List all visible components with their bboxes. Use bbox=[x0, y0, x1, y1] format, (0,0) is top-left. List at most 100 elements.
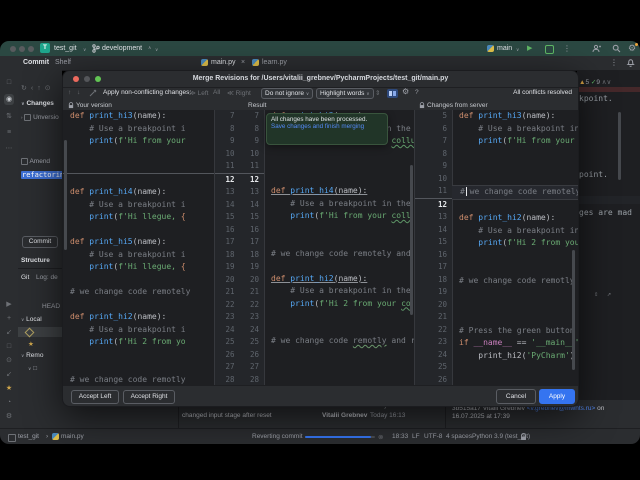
expand-icon[interactable]: ⇕ bbox=[594, 290, 598, 298]
notifications-bell-icon[interactable] bbox=[626, 58, 635, 67]
git-local-node[interactable]: ∨ Local bbox=[21, 316, 42, 323]
tab-shelf[interactable]: Shelf bbox=[55, 59, 71, 66]
previous-change-icon[interactable]: ↑ bbox=[68, 89, 71, 96]
update-project-icon[interactable]: ↙ bbox=[6, 370, 12, 379]
pane-result[interactable]: def print_hi3(name): # Use a breakpoint … bbox=[264, 110, 414, 385]
tag-icon bbox=[24, 327, 35, 338]
apply-right-action[interactable]: ≪ Right bbox=[227, 89, 251, 97]
scrollbar[interactable] bbox=[572, 250, 575, 370]
rollback-icon[interactable]: ‹ bbox=[31, 84, 33, 93]
apply-nonconflicting-label: Apply non-conflicting changes: bbox=[103, 89, 192, 96]
scrollbar[interactable] bbox=[618, 112, 621, 180]
project-name[interactable]: test_git bbox=[54, 45, 77, 52]
more-icon[interactable]: ⊙ bbox=[45, 84, 51, 93]
caret-position[interactable]: 18:33 bbox=[392, 433, 408, 440]
structure-tool-icon[interactable]: ≡ bbox=[7, 128, 11, 137]
line-numbers: 18 bbox=[437, 274, 447, 284]
changes-node[interactable]: ∨ Changes bbox=[21, 100, 54, 107]
window-zoom-button[interactable] bbox=[28, 45, 34, 52]
apply-all-action[interactable]: All bbox=[213, 89, 220, 96]
favorite-star-icon[interactable]: ★ bbox=[28, 340, 34, 348]
commit-tool-icon[interactable]: ◉ bbox=[3, 94, 15, 105]
scrollbar[interactable] bbox=[64, 140, 67, 250]
apply-left-action[interactable]: ≫ Left bbox=[189, 89, 208, 97]
search-everywhere-icon[interactable]: ⊙ bbox=[6, 356, 12, 365]
window-close-button[interactable] bbox=[10, 45, 16, 52]
next-change-icon[interactable]: ↓ bbox=[77, 89, 80, 96]
pull-requests-icon[interactable]: ⇅ bbox=[6, 112, 12, 121]
search-icon[interactable] bbox=[612, 44, 621, 53]
amend-option[interactable]: Amend bbox=[21, 158, 50, 165]
tab-git[interactable]: Git bbox=[21, 274, 29, 281]
tab-log[interactable]: Log: de bbox=[36, 274, 58, 281]
add-icon[interactable]: + bbox=[7, 314, 11, 323]
run-button[interactable]: ▶ bbox=[527, 44, 532, 52]
help-icon[interactable]: ? bbox=[415, 89, 419, 96]
dialog-settings-gear-icon[interactable]: ⚙ bbox=[402, 87, 409, 96]
accept-right-button[interactable]: Accept Right bbox=[123, 390, 175, 404]
git-log-row[interactable]: changed input stage after reset Vitalii G… bbox=[182, 412, 442, 421]
magic-resolve-icon[interactable] bbox=[89, 89, 97, 97]
ignore-whitespace-dropdown[interactable]: Do not ignore ∨ bbox=[261, 88, 314, 99]
commit-message-input[interactable]: refactorin bbox=[21, 171, 62, 179]
inspections-widget[interactable]: ▲5 ✓9 ∧∨ bbox=[579, 78, 611, 86]
lock-icon[interactable] bbox=[520, 433, 527, 441]
file-tab-main[interactable]: main.py bbox=[211, 59, 236, 66]
branch-name[interactable]: development bbox=[102, 45, 142, 52]
git-remote-node[interactable]: ∨ Remo bbox=[21, 352, 43, 359]
push-icon[interactable]: ↑ bbox=[37, 84, 41, 93]
line-numbers: 21 bbox=[437, 312, 447, 321]
services-icon[interactable] bbox=[545, 45, 554, 54]
history-icon[interactable]: ◔ bbox=[7, 398, 11, 407]
indent-setting[interactable]: 4 spaces bbox=[446, 433, 472, 440]
settings-tool-icon[interactable]: ⚙ bbox=[6, 412, 12, 421]
checkbox[interactable] bbox=[24, 114, 32, 121]
kebab-menu-icon[interactable]: ⋮ bbox=[610, 58, 618, 67]
diagonal-expand-icon[interactable]: ↗ bbox=[607, 290, 611, 298]
line-ending[interactable]: LF bbox=[412, 433, 420, 440]
window-minimize-button[interactable] bbox=[19, 45, 25, 52]
git-head-node[interactable]: HEAD bbox=[42, 303, 60, 310]
branch-icon bbox=[92, 44, 100, 53]
code-line: # Press the green button i bbox=[459, 325, 578, 335]
trash-icon[interactable]: □ bbox=[7, 342, 11, 351]
pane-changes-from-server[interactable]: def print_hi3(name): # Use a breakpoint … bbox=[452, 110, 578, 385]
refresh-icon[interactable]: ↻ bbox=[21, 84, 27, 93]
save-and-finish-link[interactable]: Save changes and finish merging bbox=[271, 123, 383, 130]
run-tool-icon[interactable]: ▶ bbox=[6, 300, 11, 309]
run-configuration[interactable]: main bbox=[497, 45, 512, 52]
pane-your-version[interactable]: def print_hi3(name): # Use a breakpoint … bbox=[63, 110, 214, 385]
selected-branch-row[interactable] bbox=[18, 327, 62, 338]
cancel-button[interactable]: Cancel bbox=[496, 389, 536, 404]
scrollbar[interactable] bbox=[410, 165, 413, 315]
folder-icon[interactable]: □ bbox=[7, 78, 11, 87]
favorites-icon[interactable]: ★ bbox=[6, 384, 12, 393]
kebab-menu-icon[interactable]: ⋮ bbox=[563, 44, 571, 53]
unversioned-node[interactable]: › Unversio bbox=[21, 114, 59, 121]
more-tools-icon[interactable]: ⋯ bbox=[6, 144, 13, 153]
add-user-icon[interactable] bbox=[592, 44, 601, 53]
close-tab-icon[interactable]: × bbox=[241, 59, 245, 66]
apply-button[interactable]: Apply bbox=[539, 389, 575, 404]
highlight-mode-dropdown[interactable]: Highlight words ∨ bbox=[316, 88, 374, 99]
line-numbers: 12 12 bbox=[215, 172, 264, 187]
accept-left-button[interactable]: Accept Left bbox=[71, 390, 119, 404]
notification-message: All changes have been processed. bbox=[271, 116, 368, 123]
breadcrumb-project[interactable]: test_git bbox=[18, 433, 39, 440]
pull-icon[interactable]: ↙ bbox=[6, 328, 12, 337]
file-tab-learn[interactable]: learn.py bbox=[262, 59, 287, 66]
breadcrumb-file[interactable]: main.py bbox=[61, 433, 84, 440]
encoding[interactable]: UTF-8 bbox=[424, 433, 442, 440]
cancel-progress-icon[interactable]: ⊗ bbox=[378, 433, 383, 441]
commit-button[interactable]: Commit bbox=[22, 236, 58, 248]
tab-commit[interactable]: Commit bbox=[23, 59, 49, 66]
line-numbers: 8 bbox=[442, 148, 447, 158]
collapse-unchanged-icon[interactable]: ⇕ bbox=[375, 89, 380, 97]
amend-checkbox[interactable] bbox=[21, 158, 28, 165]
viewer-toggle-icon[interactable] bbox=[387, 89, 398, 98]
